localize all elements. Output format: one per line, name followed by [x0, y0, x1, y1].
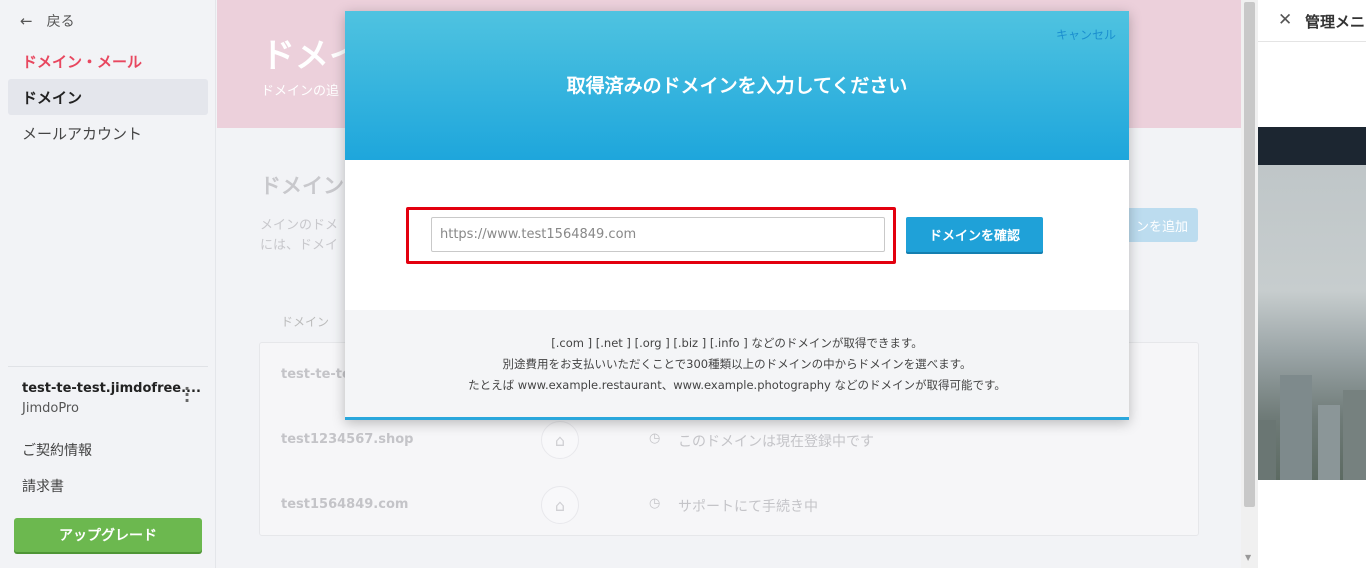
preview-image	[1258, 165, 1366, 480]
sidebar-item-domain[interactable]: ドメイン	[8, 79, 208, 115]
home-icon: ⌂	[541, 486, 579, 524]
section-desc-line: には、ドメイ	[260, 238, 339, 253]
back-label: 戻る	[46, 14, 75, 30]
add-domain-button[interactable]: ンを追加	[1117, 208, 1198, 242]
admin-menu-panel: ✕ 管理メニ	[1258, 0, 1366, 568]
invoice-link[interactable]: 請求書	[22, 476, 64, 496]
clock-icon: ◷	[649, 496, 661, 511]
modal-header: キャンセル 取得済みのドメインを入力してください	[345, 11, 1129, 160]
scroll-down-icon[interactable]: ▼	[1245, 553, 1251, 562]
more-options-icon[interactable]: · · ·	[182, 381, 192, 409]
preview-header-bar	[1258, 127, 1366, 165]
footer-line: たとえば www.example.restaurant、www.example.…	[468, 378, 1006, 392]
home-icon: ⌂	[541, 421, 579, 459]
footer-line: [.com ] [.net ] [.org ] [.biz ] [.info ]…	[551, 336, 923, 350]
confirm-domain-button[interactable]: ドメインを確認	[906, 217, 1043, 252]
upgrade-button[interactable]: アップグレード	[14, 518, 202, 552]
section-desc-line: メインのドメ	[260, 218, 339, 233]
modal-bottom-bar	[345, 417, 1129, 420]
arrow-left-icon: ←	[20, 12, 33, 30]
table-row-status: サポートにて手続き中	[678, 499, 818, 515]
scroll-thumb[interactable]	[1244, 2, 1255, 507]
section-heading: ドメイン	[260, 174, 344, 198]
domain-modal: キャンセル 取得済みのドメインを入力してください ドメインを確認 [.com ]…	[345, 11, 1129, 420]
modal-footer: [.com ] [.net ] [.org ] [.biz ] [.info ]…	[345, 310, 1129, 417]
section-title: ドメイン・メール	[22, 53, 143, 71]
cancel-link[interactable]: キャンセル	[1056, 26, 1116, 43]
hero-subtitle: ドメインの追	[261, 84, 340, 99]
divider	[8, 366, 208, 367]
sidebar: ← 戻る ドメイン・メール ドメイン メールアカウント test-te-test…	[0, 0, 216, 568]
column-header-domain: ドメイン	[281, 315, 330, 329]
back-link[interactable]: ← 戻る	[20, 11, 75, 31]
site-name: test-te-test.jimdofree....	[22, 381, 201, 396]
table-row-domain: test1234567.shop	[281, 432, 414, 447]
table-row-domain: test1564849.com	[281, 497, 409, 512]
site-plan: JimdoPro	[22, 401, 79, 416]
scrollbar[interactable]: ▼	[1241, 0, 1258, 568]
domain-input[interactable]	[431, 217, 885, 252]
contract-info-link[interactable]: ご契約情報	[22, 440, 92, 460]
table-row-status: このドメインは現在登録中です	[678, 434, 874, 450]
sidebar-item-mail-account[interactable]: メールアカウント	[8, 115, 208, 151]
modal-title: 取得済みのドメインを入力してください	[566, 75, 908, 97]
admin-menu-header: ✕ 管理メニ	[1258, 0, 1366, 42]
close-icon[interactable]: ✕	[1278, 10, 1292, 30]
clock-icon: ◷	[649, 431, 661, 446]
admin-menu-title: 管理メニ	[1305, 13, 1366, 31]
footer-line: 別途費用をお支払いいただくことで300種類以上のドメインの中からドメインを選べま…	[502, 357, 972, 371]
section-description: メインのドメ には、ドメイ	[260, 216, 338, 256]
